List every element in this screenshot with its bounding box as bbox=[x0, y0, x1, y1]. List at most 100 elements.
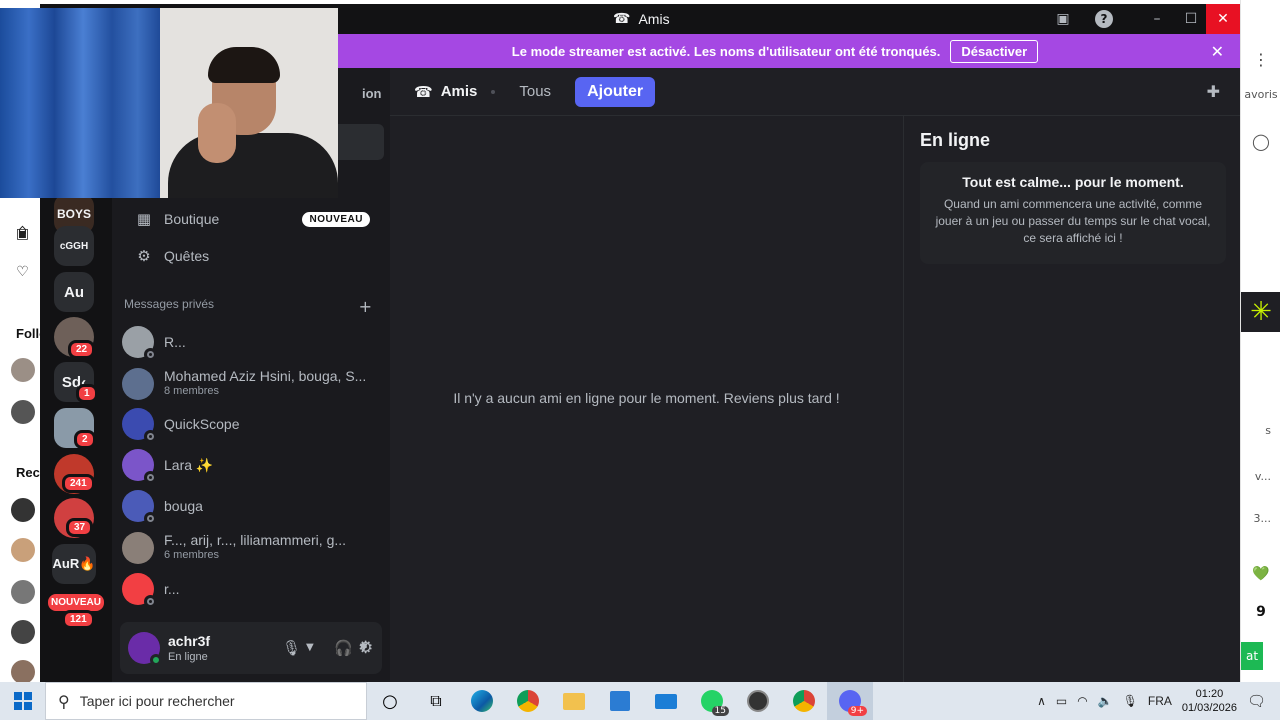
bg-avatar-7 bbox=[0, 660, 45, 684]
chrome-icon[interactable] bbox=[505, 682, 551, 720]
notifications-icon[interactable]: 🗨 bbox=[1247, 692, 1266, 710]
dm-item[interactable]: QuickScope bbox=[122, 404, 380, 444]
server-sd-badge: 1 bbox=[76, 384, 98, 403]
server-cggh[interactable]: cGGH bbox=[54, 226, 94, 266]
whatsapp-icon[interactable]: 15 bbox=[689, 682, 735, 720]
tab-all[interactable]: Tous bbox=[509, 79, 561, 104]
clock[interactable]: 01:20 01/03/2026 bbox=[1182, 687, 1237, 715]
sidebar-item-quests[interactable]: ⚙ Quêtes bbox=[124, 238, 378, 274]
bg-avatar-6 bbox=[0, 620, 45, 644]
battery-icon[interactable]: ▭ bbox=[1056, 694, 1067, 708]
server-aur[interactable]: AuR🔥 bbox=[52, 544, 96, 584]
empty-state-message: Il n'y a aucun ami en ligne pour le mome… bbox=[453, 390, 840, 406]
server-4-badge: 22 bbox=[68, 340, 96, 359]
bg-right-text-2: v... bbox=[1254, 470, 1271, 483]
bg-avatar-1 bbox=[0, 358, 45, 382]
help-icon[interactable]: ? bbox=[1095, 10, 1113, 28]
headphones-icon[interactable]: 🎧 bbox=[334, 639, 353, 657]
store-icon[interactable] bbox=[597, 682, 643, 720]
dm-name: bouga bbox=[164, 498, 203, 514]
discord-badge: 9+ bbox=[847, 706, 867, 716]
bg-right-green-button[interactable]: at bbox=[1241, 642, 1263, 670]
obs-icon[interactable] bbox=[735, 682, 781, 720]
bg-avatar-2 bbox=[0, 400, 45, 424]
extension-icon[interactable]: ✳ bbox=[1241, 292, 1280, 332]
quests-icon: ⚙ bbox=[137, 247, 151, 265]
new-group-dm-icon[interactable]: ✚ bbox=[1207, 82, 1220, 101]
server-7-badge: 241 bbox=[62, 474, 95, 493]
edge-icon[interactable] bbox=[459, 682, 505, 720]
windows-start-button[interactable] bbox=[0, 682, 45, 720]
dm-item[interactable]: F..., arij, r..., liliamammeri, g... 6 m… bbox=[122, 528, 380, 568]
dm-name: Mohamed Aziz Hsini, bouga, S... bbox=[164, 369, 367, 384]
more-icon[interactable]: ⋮ bbox=[1241, 50, 1280, 69]
bg-avatar-3 bbox=[0, 498, 45, 522]
file-explorer-icon[interactable] bbox=[551, 682, 597, 720]
gear-icon[interactable]: ⚙ bbox=[358, 638, 373, 658]
dm-name: Lara ✨ bbox=[164, 457, 214, 473]
dm-item[interactable]: Mohamed Aziz Hsini, bouga, S... 8 membre… bbox=[122, 364, 380, 404]
shop-label: Boutique bbox=[164, 211, 220, 227]
wifi-icon[interactable]: ◠ bbox=[1077, 694, 1087, 708]
maximize-button[interactable]: ☐ bbox=[1174, 4, 1208, 34]
direct-messages-header: Messages privés + bbox=[124, 297, 378, 316]
avatar bbox=[122, 449, 157, 484]
shop-icon: ▦ bbox=[136, 210, 152, 228]
bg-right-text-1: s bbox=[1265, 424, 1271, 437]
microphone-icon[interactable]: 🎙 bbox=[282, 639, 301, 657]
webcam-overlay bbox=[0, 8, 338, 198]
dm-item[interactable]: Lara ✨ bbox=[122, 445, 380, 485]
volume-icon[interactable]: 🔈 bbox=[1098, 694, 1113, 708]
active-now-card-text: Quand un ami commencera une activité, co… bbox=[935, 197, 1211, 245]
favorites-label: avoris bbox=[1244, 88, 1278, 101]
server-8-badge: 37 bbox=[66, 518, 94, 537]
sidebar-item-shop[interactable]: ▦ Boutique NOUVEAU bbox=[124, 201, 378, 237]
task-view-icon[interactable]: ⧉ bbox=[413, 682, 459, 720]
server-au[interactable]: Au bbox=[54, 272, 94, 312]
inbox-icon[interactable]: ▣ bbox=[1054, 10, 1072, 28]
server-new-badge[interactable]: NOUVEAU bbox=[48, 594, 104, 611]
quests-label: Quêtes bbox=[164, 248, 210, 264]
chrome-profile-icon[interactable] bbox=[781, 682, 827, 720]
mail-icon[interactable] bbox=[643, 682, 689, 720]
avatar bbox=[122, 326, 157, 361]
system-tray: ∧ ▭ ◠ 🔈 🎙 FRA 01:20 01/03/2026 🗨 bbox=[1037, 682, 1280, 720]
chevron-up-icon[interactable]: ∧ bbox=[1037, 694, 1046, 708]
dm-item[interactable]: R... bbox=[122, 322, 380, 362]
chevron-down-icon[interactable]: ▼ bbox=[306, 642, 314, 653]
cortana-icon[interactable]: ○ bbox=[367, 682, 413, 720]
partial-nav-label[interactable]: ion bbox=[362, 86, 382, 101]
friends-icon: ☎ bbox=[613, 11, 631, 27]
heart-emoji-icon: 💚 bbox=[1252, 566, 1270, 582]
discord-avatar bbox=[122, 573, 157, 608]
heart-icon[interactable]: ♡ bbox=[0, 264, 45, 280]
avatar[interactable] bbox=[128, 632, 162, 666]
taskbar-search[interactable]: ⚲ Taper ici pour rechercher bbox=[45, 682, 367, 720]
disable-streamer-button[interactable]: Désactiver bbox=[950, 39, 1039, 63]
minimize-button[interactable]: – bbox=[1140, 4, 1174, 34]
bg-avatar-4 bbox=[0, 538, 45, 562]
window-title: ☎ Amis bbox=[613, 11, 670, 27]
discord-taskbar-icon[interactable]: 9+ bbox=[827, 682, 873, 720]
bg-right-glyph: 9 bbox=[1256, 604, 1266, 620]
add-friend-button[interactable]: Ajouter bbox=[575, 76, 656, 107]
server-new-count: 121 bbox=[62, 610, 95, 629]
active-now-panel: En ligne Tout est calme... pour le momen… bbox=[903, 116, 1240, 682]
add-dm-icon[interactable]: + bbox=[359, 297, 372, 316]
clock-date: 01/03/2026 bbox=[1181, 702, 1237, 714]
microphone-tray-icon[interactable]: 🎙 bbox=[1123, 694, 1138, 708]
bookmarks-icon[interactable]: ▣ bbox=[0, 226, 45, 242]
active-now-card: Tout est calme... pour le moment. Quand … bbox=[920, 162, 1226, 264]
search-icon: ⚲ bbox=[58, 691, 70, 711]
active-now-card-title: Tout est calme... pour le moment. bbox=[962, 174, 1184, 190]
banner-close-icon[interactable]: ✕ bbox=[1211, 42, 1224, 61]
dm-item[interactable]: bouga bbox=[122, 486, 380, 526]
dm-item[interactable]: r... bbox=[122, 569, 380, 609]
banner-text: Le mode streamer est activé. Les noms d'… bbox=[511, 43, 941, 59]
close-button[interactable]: ✕ bbox=[1206, 4, 1240, 34]
window-title-text: Amis bbox=[638, 11, 670, 27]
username: achr3f bbox=[168, 633, 211, 649]
language-indicator[interactable]: FRA bbox=[1148, 694, 1172, 708]
active-now-title: En ligne bbox=[920, 130, 991, 150]
friends-title-text: Amis bbox=[440, 83, 478, 100]
